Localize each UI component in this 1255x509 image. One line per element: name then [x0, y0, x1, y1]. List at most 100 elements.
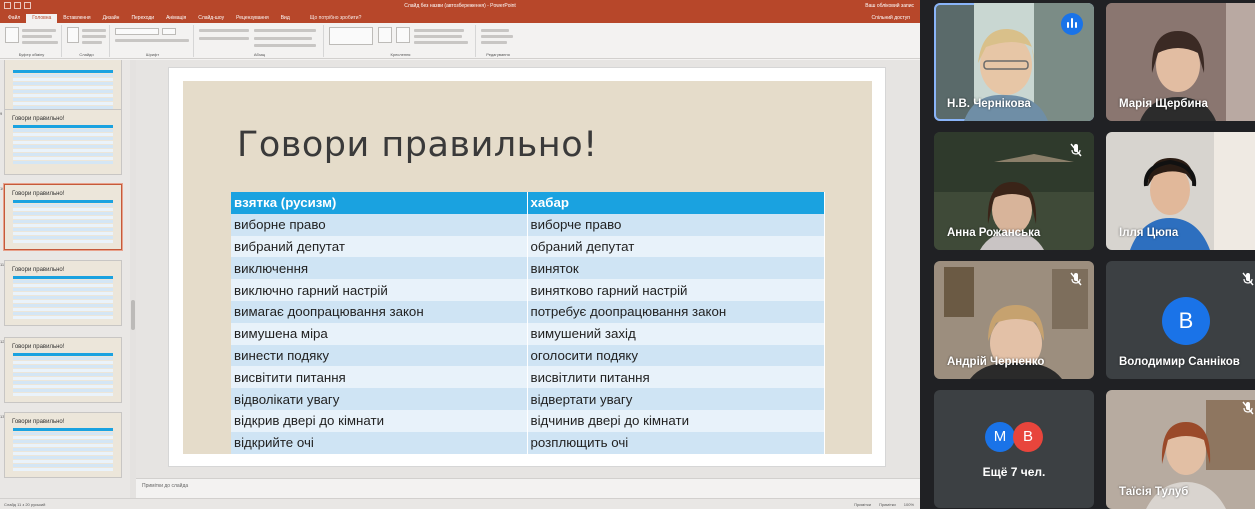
table-cell[interactable]: відкрив двері до кімнати [231, 409, 528, 432]
thumbnail-table-row [13, 90, 113, 93]
table-cell[interactable]: вимагає доопрацювання закон [231, 300, 528, 323]
zoom-level[interactable]: 100% [904, 502, 914, 507]
table-cell[interactable]: висвітити питання [231, 366, 528, 389]
thumbnail-table [13, 428, 113, 472]
table-cell[interactable]: відволікати увагу [231, 388, 528, 410]
table-cell[interactable]: виняток [527, 257, 825, 280]
slide-thumbnail[interactable]: Говори правильно! [4, 109, 122, 175]
thumbnail-table-row [13, 292, 113, 295]
thumbnail-table-row [13, 94, 113, 97]
thumbnail-table-row [13, 300, 113, 303]
table-cell[interactable]: вибраний депутат [231, 235, 528, 258]
user-account[interactable]: Ваш обліковий запис [865, 3, 914, 9]
table-cell[interactable]: виборне право [231, 213, 528, 236]
thumbnail-table-row [13, 369, 113, 372]
table-row: відволікати увагу відвертати увагу [231, 388, 825, 410]
ribbon-group-label: Абзац [253, 52, 266, 57]
table-cell[interactable]: висвітлити питання [527, 366, 825, 389]
table-cell[interactable]: оголосити подяку [527, 344, 825, 367]
table-row: виключно гарний настрій винятково гарний … [231, 279, 825, 301]
tab-design[interactable]: Дизайн [97, 14, 126, 23]
tab-home[interactable]: Головна [26, 14, 58, 23]
notes-toggle[interactable]: Примітки [854, 502, 871, 507]
more-participants-label: Ещё 7 чел. [982, 465, 1046, 479]
thumbnail-table-row [13, 133, 113, 136]
font-size-select[interactable] [162, 28, 176, 35]
table-row: вимагає доопрацювання закон потребує дооп… [231, 300, 825, 323]
thumbnail-table-row [13, 137, 113, 140]
thumbnail-title: Говори правильно! [12, 419, 65, 425]
thumbnail-table-row [13, 312, 113, 315]
font-family-select[interactable] [115, 28, 159, 35]
table-row: вимушена міра вимушений захід [231, 322, 825, 345]
share-button[interactable]: Спільний доступ [866, 14, 916, 23]
table-cell[interactable]: винести подяку [231, 344, 528, 367]
slide-thumbnail[interactable]: Говори правильно! [4, 184, 122, 250]
table-cell[interactable]: виборче право [527, 213, 825, 236]
thumbnail-table-row [13, 304, 113, 307]
participant-tile[interactable]: Марія Щербина [1106, 3, 1255, 121]
table-row: відкрив двері до кімнати відчинив двері д… [231, 409, 825, 432]
table-cell[interactable]: відчинив двері до кімнати [527, 409, 825, 432]
thumbnail-table-row [13, 432, 113, 435]
quick-styles-button[interactable] [396, 27, 410, 43]
table-cell[interactable]: виключення [231, 257, 528, 280]
comments-toggle[interactable]: Примітки [879, 502, 896, 507]
tab-slideshow[interactable]: Слайд-шоу [192, 14, 230, 23]
scrollbar-thumb[interactable] [131, 300, 135, 330]
ribbon-group-drawing: Креслення [326, 25, 476, 57]
avatar: B [1162, 297, 1210, 345]
more-participants-tile[interactable]: M B Ещё 7 чел. [934, 390, 1094, 508]
tab-transitions[interactable]: Переходи [125, 14, 160, 23]
arrange-button[interactable] [378, 27, 392, 43]
table-cell[interactable]: виключно гарний настрій [231, 279, 528, 301]
participant-name: Андрій Черненко [947, 356, 1045, 368]
table-row: висвітити питання висвітлити питання [231, 366, 825, 389]
shapes-gallery[interactable] [329, 27, 373, 45]
participant-tile[interactable]: Таїсія Тулуб [1106, 390, 1255, 509]
tab-review[interactable]: Рецензування [230, 14, 275, 23]
participant-tile[interactable]: Анна Рожанська [934, 132, 1094, 250]
notes-pane[interactable]: Примітки до слайда [136, 478, 920, 498]
thumbnail-table-row [13, 157, 113, 160]
table-cell[interactable]: обраний депутат [527, 235, 825, 258]
tab-insert[interactable]: Вставлення [57, 14, 96, 23]
table-cell[interactable]: відкрийте очі [231, 431, 528, 454]
participant-tile[interactable]: Ілля Цюпа [1106, 132, 1255, 250]
table-cell[interactable]: потребує доопрацювання закон [527, 300, 825, 323]
paste-button[interactable] [5, 27, 19, 43]
tab-file[interactable]: Файл [2, 14, 26, 23]
participant-tile[interactable]: Н.В. Чернікова [934, 3, 1094, 121]
table-header-cell[interactable]: хабар [527, 192, 825, 214]
thumbnail-title: Говори правильно! [12, 267, 65, 273]
tab-animations[interactable]: Анімація [160, 14, 192, 23]
thumbnail-table-row [13, 74, 113, 77]
ribbon-group-paragraph: Абзац [196, 25, 324, 57]
slide-thumbnail[interactable]: Говори правильно! [4, 337, 122, 403]
slide-thumbnail[interactable]: Говори правильно! [4, 260, 122, 326]
thumbnail-table-row [13, 276, 113, 279]
table-row: вибраний депутат обраний депутат [231, 235, 825, 258]
table-cell[interactable]: вимушена міра [231, 322, 528, 345]
slide-table[interactable]: взятка (русизм) хабар виборне право вибор… [231, 192, 825, 454]
participant-tile[interactable]: B Володимир Санніков [1106, 261, 1255, 379]
slide-thumbnails-pane[interactable]: 89Говори правильно!10Говори правильно!11… [0, 60, 132, 498]
table-cell[interactable]: відвертати увагу [527, 388, 825, 410]
slide-thumbnail[interactable]: Говори правильно! [4, 412, 122, 478]
thumbnail-table-row [13, 102, 113, 105]
table-header-cell[interactable]: взятка (русизм) [231, 192, 528, 214]
current-slide[interactable]: Говори правильно! взятка (русизм) хабар … [168, 67, 886, 467]
slide-title[interactable]: Говори правильно! [237, 125, 598, 165]
speaking-indicator-icon [1061, 13, 1083, 35]
new-slide-button[interactable] [67, 27, 79, 43]
tab-view[interactable]: Вид [275, 14, 296, 23]
table-cell[interactable]: розплющить очі [527, 431, 825, 454]
table-cell[interactable]: вимушений захід [527, 322, 825, 345]
window-title: Слайд без назви (автозбереження) - Power… [404, 3, 516, 9]
table-row: відкрийте очі розплющить очі [231, 431, 825, 454]
tell-me-search[interactable]: Що потрібно зробити? [304, 14, 368, 23]
table-cell[interactable]: винятково гарний настрій [527, 279, 825, 301]
participant-tile[interactable]: Андрій Черненко [934, 261, 1094, 379]
thumbnail-table-row [13, 224, 113, 227]
thumbnail-table-row [13, 284, 113, 287]
